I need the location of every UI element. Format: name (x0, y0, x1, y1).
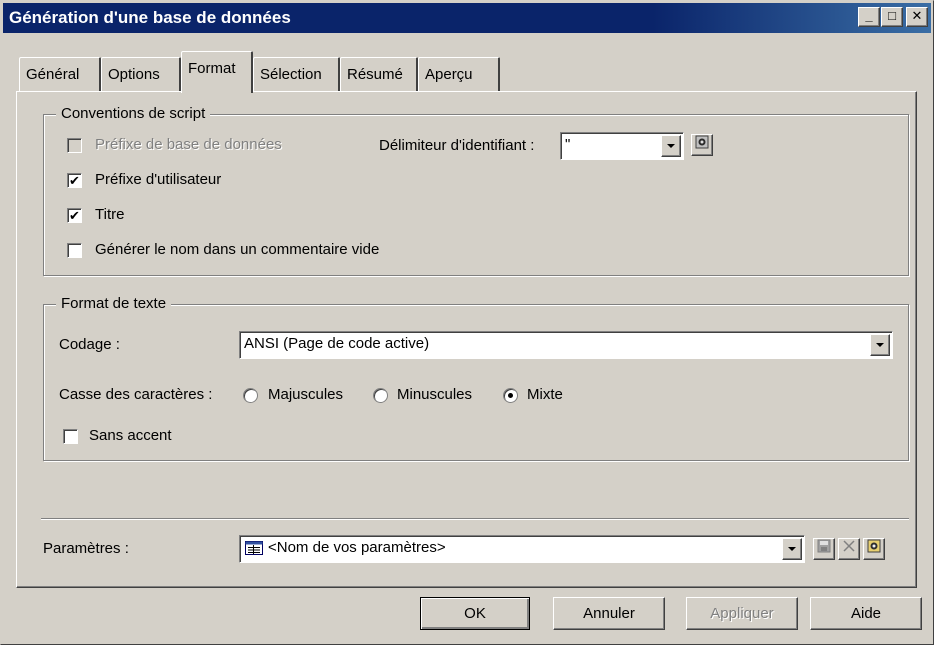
separator (41, 518, 909, 520)
title-checkbox[interactable]: ✔ (67, 208, 82, 223)
save-icon (817, 539, 831, 553)
maximize-button[interactable]: □ (881, 7, 903, 27)
tab-resume[interactable]: Résumé (340, 57, 418, 91)
empty-comment-label: Générer le nom dans un commentaire vide (95, 241, 380, 258)
tab-apercu[interactable]: Aperçu (418, 57, 500, 91)
db-prefix-checkbox[interactable] (67, 138, 82, 153)
case-mixed-radio[interactable] (503, 388, 518, 403)
case-lowercase-radio[interactable] (373, 388, 388, 403)
ok-button[interactable]: OK (420, 597, 530, 630)
window-title: Génération d'une base de données (9, 8, 291, 27)
script-conventions-legend: Conventions de script (56, 104, 211, 124)
cancel-button[interactable]: Annuler (553, 597, 665, 630)
close-button[interactable]: ✕ (906, 7, 928, 27)
encoding-value: ANSI (Page de code active) (244, 335, 430, 352)
dialog-window: Génération d'une base de données _ □ ✕ G… (0, 0, 934, 645)
parameters-label: Paramètres : (43, 540, 129, 557)
tab-options[interactable]: Options (101, 57, 181, 91)
encoding-label: Codage : (59, 336, 120, 353)
apply-button[interactable]: Appliquer (686, 597, 798, 630)
properties-icon (867, 539, 881, 553)
no-accent-label: Sans accent (89, 427, 172, 444)
tab-format[interactable]: Format (181, 51, 253, 93)
list-icon (245, 541, 263, 555)
encoding-dropdown-icon[interactable] (870, 334, 890, 356)
parameters-combo[interactable]: <Nom de vos paramètres> (239, 535, 805, 563)
tab-general[interactable]: Général (19, 57, 101, 91)
case-uppercase-label: Majuscules (268, 386, 344, 403)
parameters-value: <Nom de vos paramètres> (268, 539, 446, 556)
identifier-delimiter-combo[interactable]: " (560, 132, 684, 160)
text-format-group: Format de texte (43, 294, 909, 461)
parameters-properties-button[interactable] (863, 538, 885, 560)
delimiter-properties-button[interactable] (691, 134, 713, 156)
encoding-combo[interactable]: ANSI (Page de code active) (239, 331, 893, 359)
no-accent-checkbox[interactable] (63, 429, 78, 444)
properties-icon (695, 135, 709, 149)
identifier-delimiter-label: Délimiteur d'identifiant : (379, 137, 535, 154)
parameters-dropdown-icon[interactable] (782, 538, 802, 560)
case-uppercase-radio[interactable] (243, 388, 258, 403)
delete-parameters-button[interactable] (838, 538, 860, 560)
help-button[interactable]: Aide (810, 597, 922, 630)
case-label: Casse des caractères : (59, 386, 213, 403)
empty-comment-checkbox[interactable] (67, 243, 82, 258)
db-prefix-label: Préfixe de base de données (95, 136, 282, 153)
identifier-delimiter-value: " (565, 136, 571, 153)
title-bar[interactable]: Génération d'une base de données (3, 3, 931, 33)
case-lowercase-label: Minuscules (397, 386, 473, 403)
text-format-legend: Format de texte (56, 294, 172, 314)
case-mixed-label: Mixte (527, 386, 563, 403)
tab-selection[interactable]: Sélection (253, 57, 340, 91)
save-parameters-button[interactable] (813, 538, 835, 560)
minimize-button[interactable]: _ (858, 7, 880, 27)
title-label: Titre (95, 206, 125, 223)
delete-icon (843, 540, 855, 552)
user-prefix-checkbox[interactable]: ✔ (67, 173, 82, 188)
user-prefix-label: Préfixe d'utilisateur (95, 171, 222, 188)
identifier-delimiter-dropdown-icon[interactable] (661, 135, 681, 157)
